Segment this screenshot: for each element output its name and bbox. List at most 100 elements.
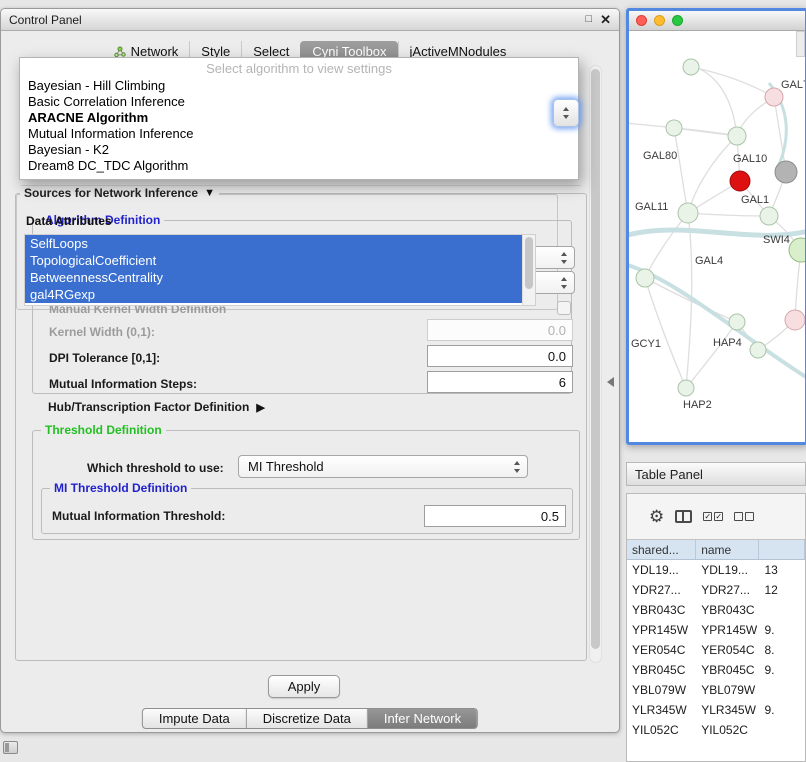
which-threshold-select[interactable]: MI Threshold xyxy=(238,455,528,478)
kernel-width-field xyxy=(427,319,573,341)
network-node[interactable] xyxy=(683,59,699,75)
algorithm-option-dream8-dc-tdc-algorithm[interactable]: Dream8 DC_TDC Algorithm xyxy=(20,158,578,174)
sources-group: Sources for Network Inference ▼ Data Att… xyxy=(16,194,558,310)
algorithm-option-basic-correlation-inference[interactable]: Basic Correlation Inference xyxy=(20,94,578,110)
attribute-item[interactable]: gal4RGexp xyxy=(25,286,522,303)
table-cell: YDR27... xyxy=(696,580,759,600)
threshold-definition-group: Threshold Definition Which threshold to … xyxy=(32,430,580,540)
algorithm-option-mutual-information-inference[interactable]: Mutual Information Inference xyxy=(20,126,578,142)
table-cell: 9. xyxy=(760,660,806,680)
table-row[interactable]: YBR043CYBR043C xyxy=(627,600,805,620)
tab-infer-network[interactable]: Infer Network xyxy=(367,709,477,728)
column-header[interactable] xyxy=(759,540,805,559)
table-cell: YER054C xyxy=(696,640,759,660)
settings-scrollbar-thumb[interactable] xyxy=(591,69,600,649)
attribute-item[interactable]: SelfLoops xyxy=(25,235,522,252)
network-node[interactable] xyxy=(775,161,797,183)
node-label: GAL7 xyxy=(781,79,805,91)
network-node[interactable] xyxy=(785,310,805,330)
node-label: GAL4 xyxy=(695,255,723,267)
tab-impute-data[interactable]: Impute Data xyxy=(143,709,246,728)
network-node[interactable] xyxy=(728,127,746,145)
dpi-tolerance-field[interactable] xyxy=(427,345,573,367)
hub-definition-label: Hub/Transcription Factor Definition xyxy=(48,400,249,414)
combo-arrows-icon xyxy=(563,107,570,119)
network-node[interactable] xyxy=(666,120,682,136)
network-node[interactable] xyxy=(678,380,694,396)
attributes-scrollbar[interactable] xyxy=(522,235,535,305)
kernel-width-label: Kernel Width (0,1): xyxy=(49,325,155,339)
network-canvas[interactable]: GAL7GAL80GAL10GAL11GAL1SWI4GAL4GCY1HAP4H… xyxy=(629,31,805,442)
column-header[interactable]: name xyxy=(696,540,759,559)
network-node[interactable] xyxy=(678,203,698,223)
table-cell: 13 xyxy=(760,560,806,580)
panel-dock-icon[interactable] xyxy=(3,741,18,754)
gear-icon[interactable]: ⚙ xyxy=(649,508,664,525)
table-row[interactable]: YER054CYER054C8. xyxy=(627,640,805,660)
float-window-icon[interactable]: □ xyxy=(585,14,592,25)
cyni-algorithm-settings-group: Cyni Algorithm Settings Algorithm Defini… xyxy=(15,193,587,661)
mi-threshold-group: MI Threshold Definition Mutual Informati… xyxy=(41,488,573,534)
hub-definition-toggle[interactable]: Hub/Transcription Factor Definition ▶ xyxy=(48,400,265,414)
table-row[interactable]: YBR045CYBR045C9. xyxy=(627,660,805,680)
algorithm-combobox-focused[interactable] xyxy=(553,99,579,127)
close-traffic-light-icon[interactable] xyxy=(636,15,647,26)
table-panel-title: Table Panel xyxy=(635,467,703,482)
bottom-tabbar: Impute DataDiscretize DataInfer Network xyxy=(142,708,478,729)
checked-boxes-icon[interactable]: ✓ ✓ xyxy=(703,512,723,521)
node-label: SWI4 xyxy=(763,234,790,246)
network-node[interactable] xyxy=(789,238,805,262)
network-node[interactable] xyxy=(750,342,766,358)
manual-kernel-width-checkbox xyxy=(557,301,571,315)
network-node[interactable] xyxy=(760,207,778,225)
table-cell: YLR345W xyxy=(627,700,696,720)
tab-discretize-data[interactable]: Discretize Data xyxy=(246,709,367,728)
algorithm-option-aracne-algorithm[interactable]: ARACNE Algorithm xyxy=(20,110,578,126)
table-cell: YDL19... xyxy=(696,560,759,580)
network-node[interactable] xyxy=(636,269,654,287)
table-cell: 9. xyxy=(760,700,806,720)
table-cell: YPR145W xyxy=(627,620,696,640)
algorithm-dropdown: Select algorithm to view settings Bayesi… xyxy=(19,57,579,180)
table-cell: YBR043C xyxy=(627,600,696,620)
unchecked-boxes-icon[interactable] xyxy=(734,512,754,521)
mi-steps-field[interactable] xyxy=(427,371,573,393)
close-window-icon[interactable]: ✕ xyxy=(600,13,611,26)
collapse-panel-icon[interactable] xyxy=(607,377,614,387)
table-cell: YLR345W xyxy=(696,700,759,720)
settings-scrollbar[interactable] xyxy=(589,65,602,663)
minimize-traffic-light-icon[interactable] xyxy=(654,15,665,26)
network-node[interactable] xyxy=(730,171,750,191)
control-panel-titlebar: Control Panel □ ✕ xyxy=(1,9,619,31)
network-scrollbar-fragment[interactable] xyxy=(796,31,805,57)
apply-button[interactable]: Apply xyxy=(268,675,340,698)
unchecked-box-icon xyxy=(734,512,743,521)
attributes-scrollbar-thumb[interactable] xyxy=(525,237,533,289)
table-row[interactable]: YDR27...YDR27...12 xyxy=(627,580,805,600)
table-row[interactable]: YLR345WYLR345W9. xyxy=(627,700,805,720)
sources-toggle[interactable]: Sources for Network Inference ▼ xyxy=(20,186,219,200)
table-cell: 9. xyxy=(760,620,806,640)
columns-icon[interactable] xyxy=(675,510,692,523)
attribute-item[interactable]: TopologicalCoefficient xyxy=(25,252,522,269)
mi-threshold-field[interactable] xyxy=(424,505,566,527)
algorithm-option-bayesian-hill-climbing[interactable]: Bayesian - Hill Climbing xyxy=(20,78,578,94)
table-row[interactable]: YDL19...YDL19...13 xyxy=(627,560,805,580)
network-node[interactable] xyxy=(729,314,745,330)
column-header[interactable]: shared... xyxy=(627,540,696,559)
table-cell: YBL079W xyxy=(696,680,759,700)
table-cell xyxy=(760,600,806,620)
table-cell xyxy=(760,680,806,700)
data-attributes-label: Data Attributes xyxy=(26,214,112,228)
algorithm-option-bayesian-k2[interactable]: Bayesian - K2 xyxy=(20,142,578,158)
table-row[interactable]: YPR145WYPR145W9. xyxy=(627,620,805,640)
checked-box-icon: ✓ xyxy=(714,512,723,521)
dropdown-prompt: Select algorithm to view settings xyxy=(20,58,578,78)
table-cell xyxy=(760,720,806,740)
table-row[interactable]: YBL079WYBL079W xyxy=(627,680,805,700)
zoom-traffic-light-icon[interactable] xyxy=(672,15,683,26)
table-row[interactable]: YIL052CYIL052C xyxy=(627,720,805,740)
attribute-item[interactable]: BetweennessCentrality xyxy=(25,269,522,286)
data-attributes-list: SelfLoopsTopologicalCoefficientBetweenne… xyxy=(24,234,536,306)
which-threshold-value: MI Threshold xyxy=(248,459,324,474)
